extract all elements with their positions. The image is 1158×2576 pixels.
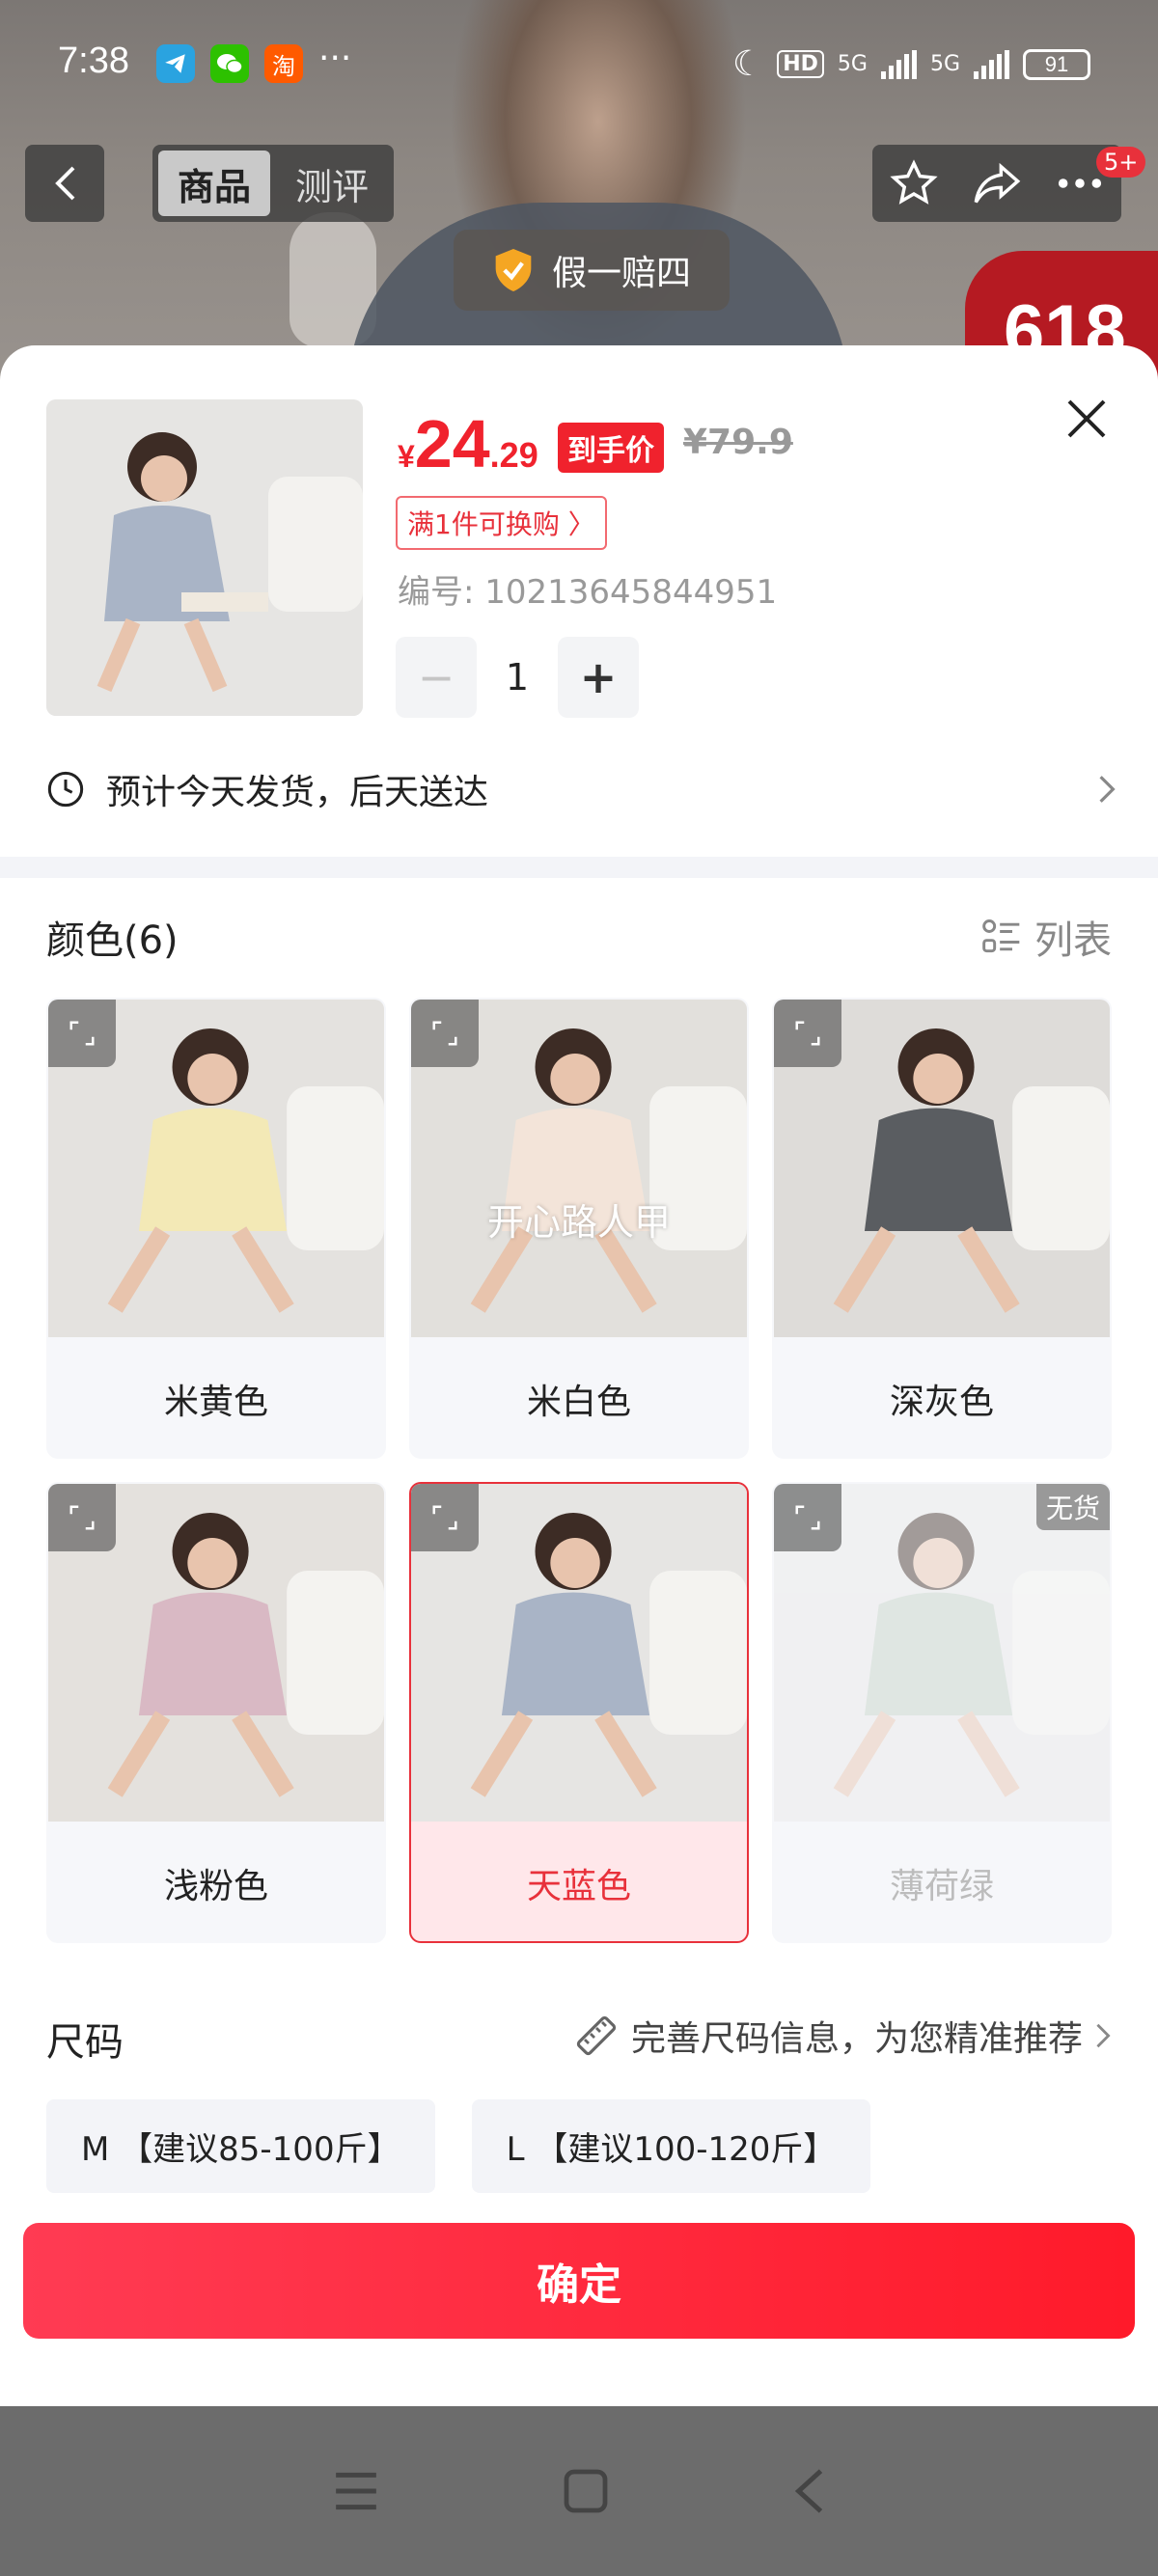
list-view-label: 列表 bbox=[1034, 918, 1112, 963]
chevron-right-icon bbox=[1096, 2023, 1111, 2048]
size-option-m[interactable]: M 【建议85-100斤】 bbox=[46, 2099, 435, 2193]
image-watermark: 开心路人甲 bbox=[486, 1201, 671, 1244]
color-option-label: 浅粉色 bbox=[163, 1867, 268, 1906]
message-count-badge: 5+ bbox=[1096, 147, 1146, 178]
chevron-left-icon bbox=[55, 166, 75, 201]
top-actions bbox=[872, 145, 1121, 222]
share-icon[interactable] bbox=[972, 158, 1022, 208]
price-currency: ¥ bbox=[398, 439, 415, 474]
system-navigation-bar bbox=[0, 2406, 1158, 2576]
final-price-tag: 到手价 bbox=[558, 423, 664, 473]
final-price: ¥ 24 .29 bbox=[398, 405, 538, 482]
increase-quantity-button[interactable]: + bbox=[558, 637, 639, 718]
expand-image-icon[interactable] bbox=[48, 1000, 116, 1067]
telegram-icon bbox=[156, 44, 195, 83]
color-option-card[interactable]: 无货薄荷绿 bbox=[772, 1482, 1112, 1943]
color-option-card[interactable]: 米黄色 bbox=[46, 998, 386, 1459]
signal-strength-icon-1 bbox=[880, 49, 917, 79]
delivery-estimate-row[interactable]: 预计今天发货，后天送达 bbox=[46, 751, 1117, 828]
quantity-stepper: − 1 + bbox=[396, 637, 639, 718]
network-5g-label-1: 5G bbox=[837, 52, 868, 76]
size-recommend-text: 完善尺码信息，为您精准推荐 bbox=[630, 2019, 1083, 2059]
close-icon[interactable] bbox=[1063, 396, 1110, 442]
color-option-card[interactable]: 天蓝色 bbox=[409, 1482, 749, 1943]
list-view-icon bbox=[982, 919, 1020, 953]
expand-image-icon[interactable] bbox=[411, 1000, 479, 1067]
home-square-icon[interactable] bbox=[563, 2468, 609, 2514]
status-bar: 7:38 淘 ··· ☾ HD 5G 5G 91 bbox=[0, 0, 1158, 125]
out-of-stock-badge: 无货 bbox=[1035, 1484, 1110, 1530]
decrease-quantity-button[interactable]: − bbox=[396, 637, 477, 718]
color-option-card[interactable]: 浅粉色 bbox=[46, 1482, 386, 1943]
price-integer: 24 bbox=[414, 406, 490, 481]
signal-strength-icon-2 bbox=[974, 49, 1009, 79]
network-5g-label-2: 5G bbox=[929, 52, 960, 76]
taobao-icon: 淘 bbox=[264, 44, 303, 83]
confirm-button[interactable]: 确定 bbox=[23, 2223, 1135, 2339]
size-recommend-link[interactable]: 完善尺码信息，为您精准推荐 bbox=[573, 2011, 1112, 2061]
color-option-label: 薄荷绿 bbox=[889, 1867, 994, 1906]
tab-review[interactable]: 测评 bbox=[276, 151, 388, 216]
exchange-offer-tag[interactable]: 满1件可换购 〉 bbox=[396, 496, 607, 550]
battery-icon: 91 bbox=[1023, 48, 1090, 80]
ruler-icon bbox=[576, 2015, 617, 2056]
guarantee-banner: 假一赔四 bbox=[454, 230, 731, 311]
expand-image-icon[interactable] bbox=[411, 1484, 479, 1551]
product-code: 编号: 10213645844951 bbox=[398, 573, 778, 612]
back-button[interactable] bbox=[25, 145, 104, 222]
size-options: M 【建议85-100斤】 L 【建议100-120斤】 bbox=[46, 2099, 871, 2193]
expand-image-icon[interactable] bbox=[774, 1000, 841, 1067]
color-option-label: 米黄色 bbox=[163, 1383, 268, 1422]
quantity-value: 1 bbox=[505, 656, 530, 699]
hd-voice-icon: HD bbox=[777, 50, 824, 78]
original-price: ¥79.9 bbox=[683, 423, 793, 462]
color-option-label: 天蓝色 bbox=[526, 1867, 631, 1906]
wechat-icon bbox=[210, 44, 249, 83]
status-time: 7:38 bbox=[58, 41, 129, 81]
selected-sku-thumbnail[interactable] bbox=[46, 399, 363, 716]
size-section-title: 尺码 bbox=[46, 2020, 124, 2065]
delivery-text: 预计今天发货，后天送达 bbox=[106, 773, 489, 812]
more-notifications-icon: ··· bbox=[318, 39, 352, 78]
shield-check-icon bbox=[495, 249, 532, 291]
detail-tabs: 商品 测评 bbox=[152, 145, 394, 222]
clock-icon bbox=[47, 771, 84, 808]
color-option-card[interactable]: 开心路人甲 米白色 bbox=[409, 998, 749, 1459]
guarantee-text: 假一赔四 bbox=[552, 254, 692, 293]
color-option-card[interactable]: 深灰色 bbox=[772, 998, 1112, 1459]
chevron-right-icon bbox=[1099, 776, 1116, 803]
color-section-title: 颜色(6) bbox=[46, 918, 179, 963]
expand-image-icon[interactable] bbox=[48, 1484, 116, 1551]
size-option-l[interactable]: L 【建议100-120斤】 bbox=[471, 2099, 871, 2193]
color-option-label: 深灰色 bbox=[889, 1383, 994, 1422]
star-favorite-icon[interactable] bbox=[889, 158, 939, 208]
expand-image-icon[interactable] bbox=[774, 1484, 841, 1551]
list-view-toggle[interactable]: 列表 bbox=[980, 909, 1112, 965]
back-triangle-icon[interactable] bbox=[791, 2467, 826, 2515]
price-decimal: .29 bbox=[489, 435, 538, 475]
tab-product[interactable]: 商品 bbox=[158, 151, 270, 216]
section-divider bbox=[0, 857, 1158, 878]
menu-icon[interactable] bbox=[332, 2469, 380, 2513]
sku-selector-sheet: ¥ 24 .29 到手价 ¥79.9 满1件可换购 〉 编号: 10213645… bbox=[0, 345, 1158, 2406]
do-not-disturb-moon-icon: ☾ bbox=[731, 44, 764, 84]
color-options-grid: 米黄色 开心路人甲 米白色 深灰色 浅粉色 天蓝色 无货 薄荷绿 bbox=[46, 998, 1112, 1943]
color-option-label: 米白色 bbox=[526, 1383, 631, 1422]
